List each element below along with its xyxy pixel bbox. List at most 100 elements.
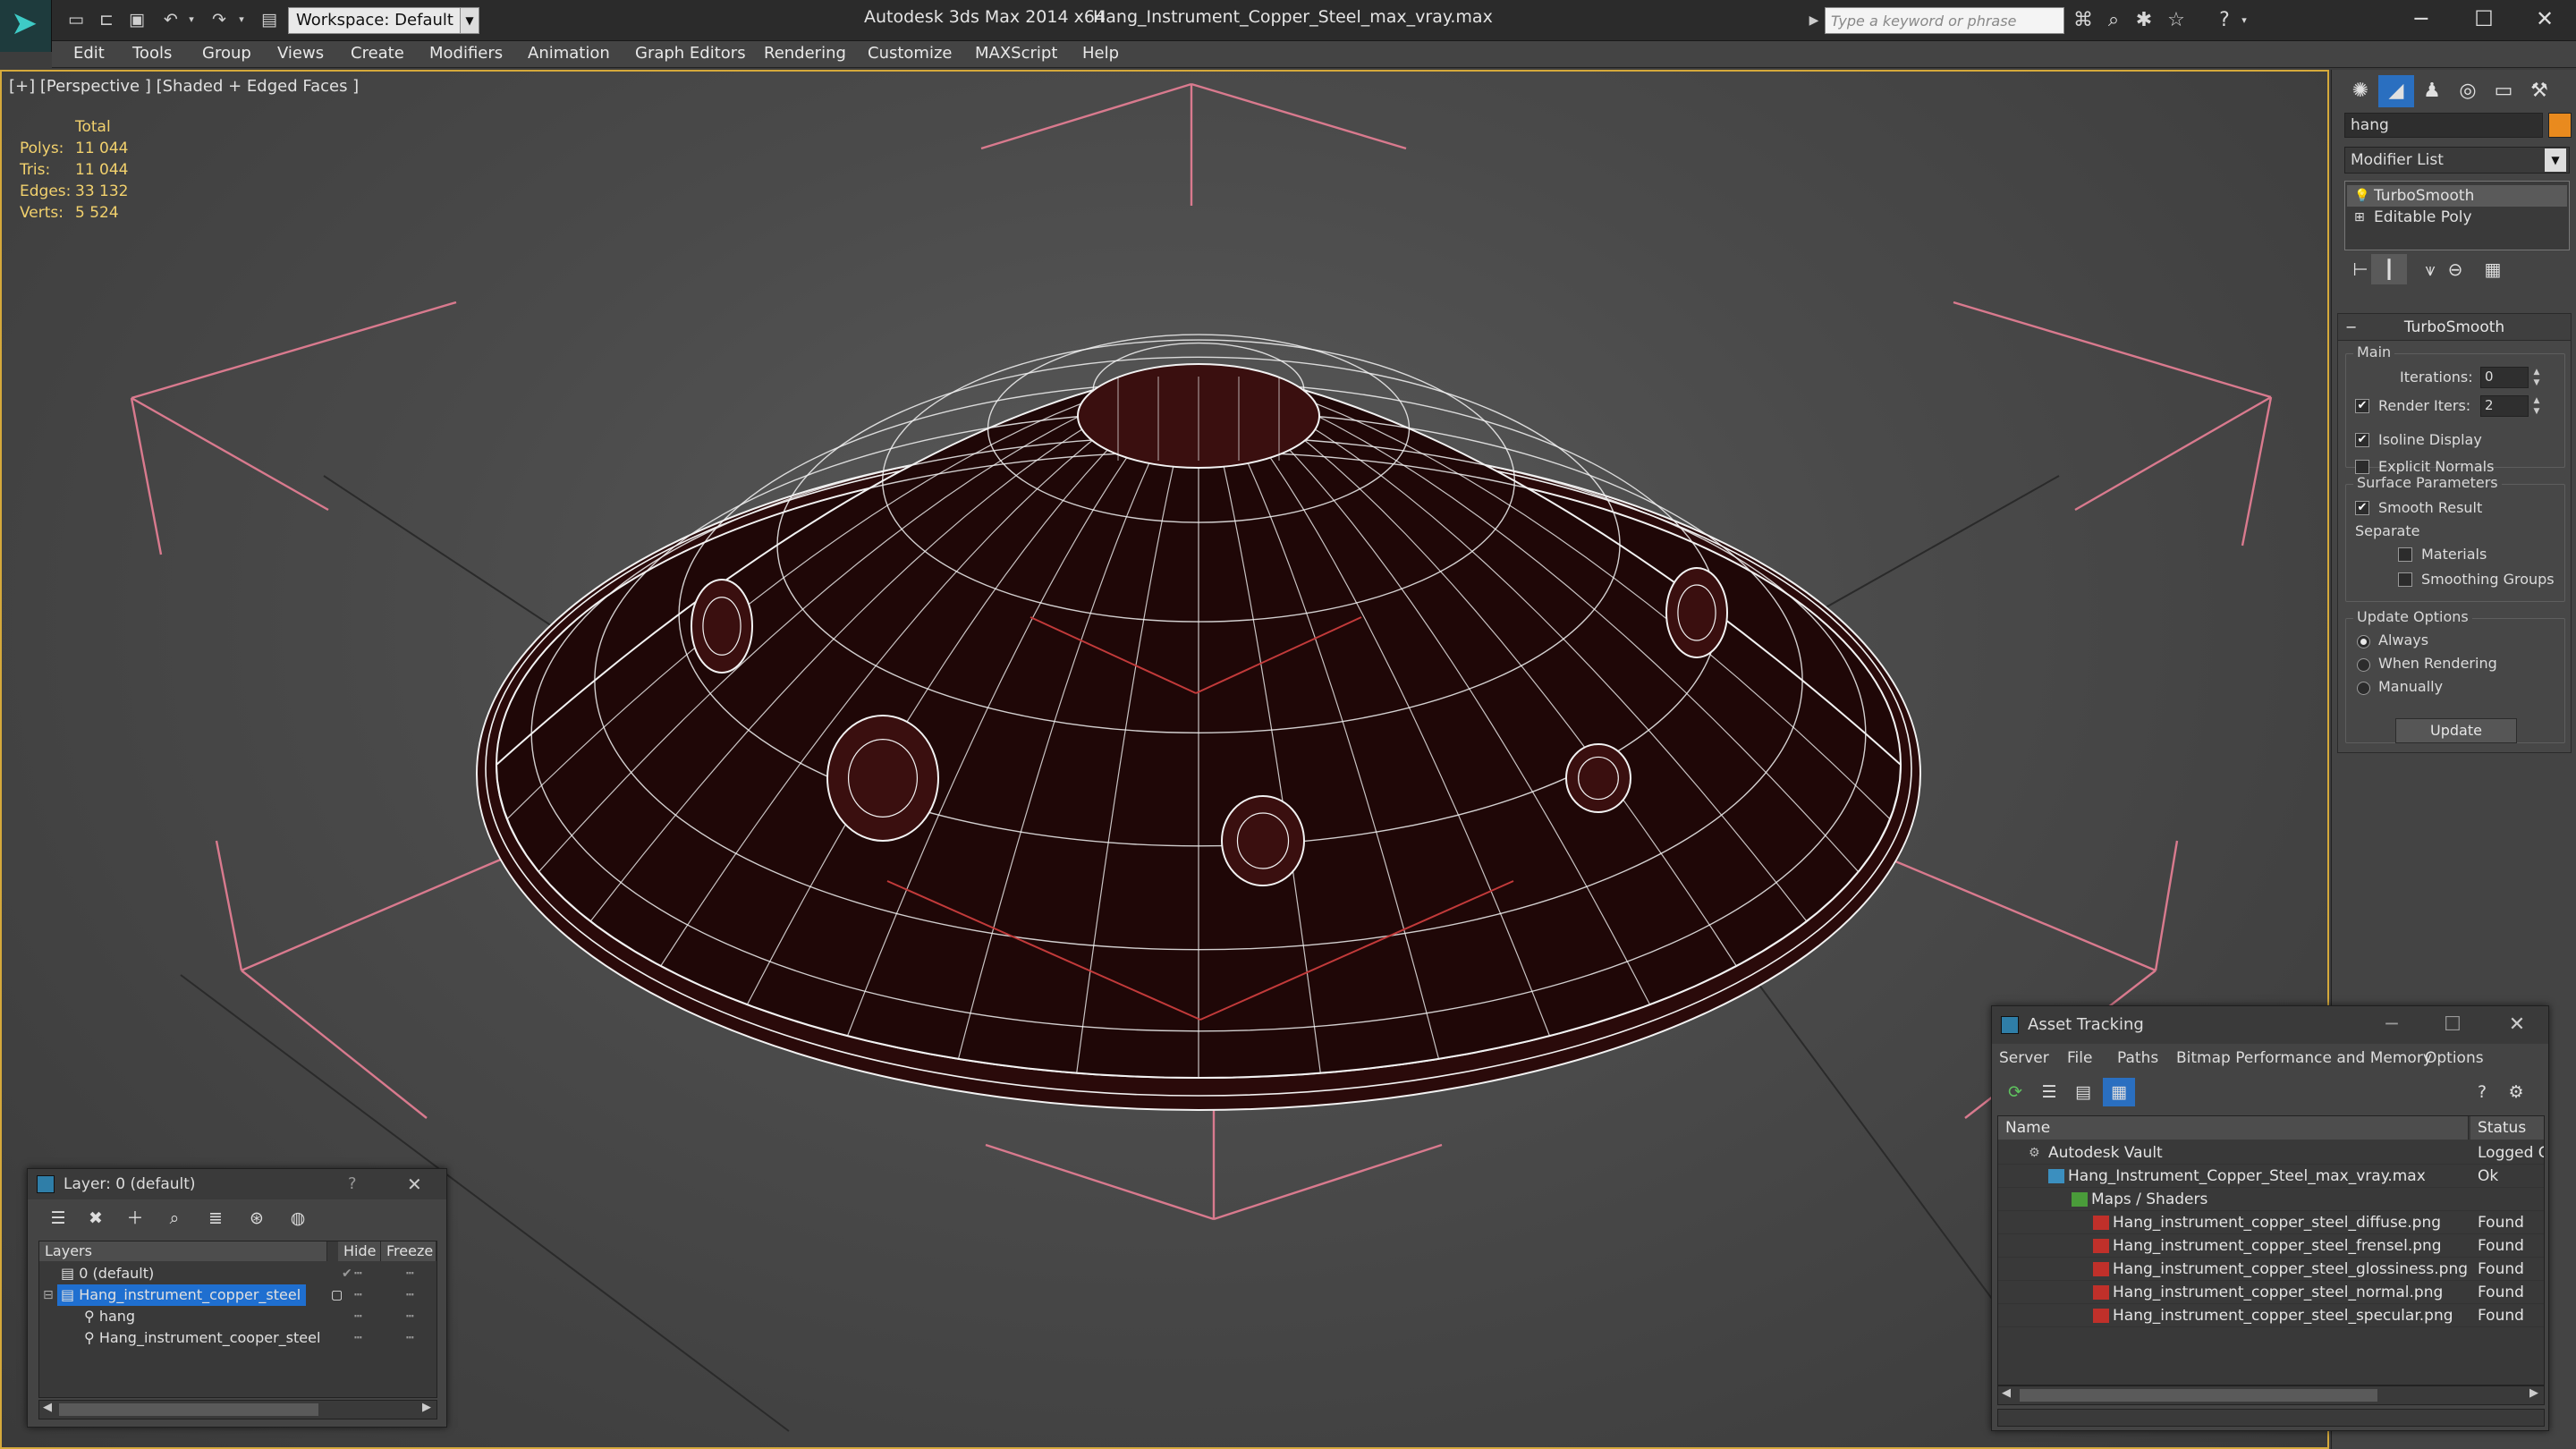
create-tab-icon[interactable]: ✺ <box>2343 75 2378 107</box>
freeze-toggle[interactable]: ┅ <box>406 1306 413 1327</box>
layer-row[interactable]: ⚲ hang ┅ ┅ <box>39 1306 436 1327</box>
grid-view-icon[interactable]: ▦ <box>2103 1078 2135 1106</box>
remove-modifier-icon[interactable]: ⊖ <box>2437 254 2473 284</box>
explicit-normals-checkbox[interactable] <box>2355 460 2369 474</box>
close-icon[interactable]: ✕ <box>407 1169 422 1199</box>
asset-row[interactable]: Hang_instrument_copper_steel_specular.pn… <box>1998 1304 2544 1327</box>
close-icon[interactable]: ✕ <box>2486 1006 2548 1044</box>
minimize-icon[interactable]: ─ <box>2360 1006 2423 1044</box>
spinner-arrows-icon[interactable]: ▲ ▼ <box>2530 367 2543 388</box>
smooth-result-checkbox[interactable]: ✔ <box>2355 501 2369 515</box>
menu-group[interactable]: Group <box>202 44 251 63</box>
menu-help[interactable]: Help <box>1082 44 1119 63</box>
hierarchy-tab-icon[interactable]: ♟ <box>2414 75 2450 107</box>
show-end-result-icon[interactable]: ┃ <box>2371 254 2407 284</box>
workspace-selector[interactable]: Workspace: Default <box>288 7 478 34</box>
hide-toggle[interactable]: ┅ <box>354 1263 361 1284</box>
materials-checkbox[interactable] <box>2398 547 2412 562</box>
menu-file[interactable]: File <box>2067 1049 2092 1067</box>
search-icon[interactable]: ⌕ <box>2098 7 2129 34</box>
asset-row[interactable]: Hang_instrument_copper_steel_glossiness.… <box>1998 1258 2544 1281</box>
add-to-layer-icon[interactable]: ≣ <box>198 1205 233 1232</box>
layer-explorer-title[interactable]: Layer: 0 (default) <box>28 1169 446 1199</box>
modifier-list-dropdown[interactable]: Modifier List <box>2344 147 2570 174</box>
hide-toggle[interactable]: ┅ <box>354 1306 361 1327</box>
freeze-toggle[interactable]: ┅ <box>406 1284 413 1306</box>
asset-row[interactable]: Hang_Instrument_Copper_Steel_max_vray.ma… <box>1998 1165 2544 1188</box>
undo-icon[interactable]: ↶ <box>157 7 184 32</box>
open-folder-icon[interactable]: ⊏ <box>93 7 120 32</box>
undo-dropdown-icon[interactable]: ▾ <box>184 7 199 32</box>
asset-row[interactable]: Hang_instrument_copper_steel_frensel.png… <box>1998 1234 2544 1258</box>
settings-icon[interactable]: ⚙ <box>2500 1078 2532 1106</box>
menu-modifiers[interactable]: Modifiers <box>429 44 503 63</box>
menu-edit[interactable]: Edit <box>73 44 105 63</box>
asset-row[interactable]: ⚙ Autodesk Vault Logged O <box>1998 1141 2544 1165</box>
menu-create[interactable]: Create <box>351 44 404 63</box>
hide-toggle[interactable]: ┅ <box>354 1327 361 1349</box>
rollout-header[interactable]: − TurboSmooth <box>2338 314 2571 341</box>
redo-dropdown-icon[interactable]: ▾ <box>234 7 249 32</box>
viewport-label[interactable]: [+] [Perspective ] [Shaded + Edged Faces… <box>9 77 359 96</box>
select-objects-icon[interactable]: ⌕ <box>157 1205 192 1232</box>
render-iters-checkbox[interactable]: ✔ <box>2355 399 2369 413</box>
freeze-column-header[interactable]: Freeze <box>381 1241 436 1261</box>
help-icon[interactable]: ? <box>2209 7 2240 34</box>
layer-horizontal-scrollbar[interactable]: ◀ ▶ <box>38 1400 437 1419</box>
search-input[interactable]: Type a keyword or phrase <box>1825 7 2064 34</box>
menu-tools[interactable]: Tools <box>132 44 172 63</box>
menu-server[interactable]: Server <box>1999 1049 2049 1067</box>
scroll-left-icon[interactable]: ◀ <box>43 1401 52 1414</box>
motion-tab-icon[interactable]: ◎ <box>2450 75 2486 107</box>
save-icon[interactable]: ▣ <box>123 7 150 32</box>
asset-row[interactable]: Maps / Shaders <box>1998 1188 2544 1211</box>
utilities-tab-icon[interactable]: ⚒ <box>2521 75 2557 107</box>
asset-row[interactable]: Hang_instrument_copper_steel_diffuse.png… <box>1998 1211 2544 1234</box>
app-menu-button[interactable]: ➤ <box>0 0 52 52</box>
always-radio[interactable] <box>2357 635 2370 648</box>
menu-maxscript[interactable]: MAXScript <box>975 44 1057 63</box>
menu-views[interactable]: Views <box>277 44 324 63</box>
menu-graph-editors[interactable]: Graph Editors <box>635 44 746 63</box>
set-active-layer-icon[interactable]: ▢ <box>331 1284 343 1306</box>
asset-row[interactable]: Hang_instrument_copper_steel_normal.png … <box>1998 1281 2544 1304</box>
spinner-arrows-icon[interactable]: ▲ ▼ <box>2530 395 2543 417</box>
layer-row[interactable]: ⚲ Hang_instrument_cooper_steel ┅ ┅ <box>39 1327 436 1349</box>
active-layer-check-icon[interactable]: ✔ <box>342 1263 352 1284</box>
table-view-icon[interactable]: ▤ <box>2067 1078 2099 1106</box>
maximize-icon[interactable]: ☐ <box>2421 1006 2484 1044</box>
help-dropdown-icon[interactable]: ▾ <box>2236 7 2252 34</box>
favorites-star-icon[interactable]: ☆ <box>2161 7 2191 34</box>
menu-options[interactable]: Options <box>2425 1049 2484 1067</box>
configure-sets-icon[interactable]: ▦ <box>2475 254 2511 284</box>
name-column-header[interactable]: Name <box>1998 1116 2469 1140</box>
scroll-right-icon[interactable]: ▶ <box>2529 1386 2538 1400</box>
update-button[interactable]: Update <box>2395 718 2517 743</box>
create-layer-icon[interactable]: ＋ <box>117 1205 153 1232</box>
minimize-icon[interactable]: ─ <box>2390 0 2453 39</box>
menu-rendering[interactable]: Rendering <box>764 44 846 63</box>
layers-column-header[interactable]: Layers <box>39 1241 327 1261</box>
scrollbar-thumb[interactable] <box>59 1403 318 1416</box>
expand-plus-icon[interactable]: ⊞ <box>2354 207 2365 228</box>
lightbulb-icon[interactable]: 💡 <box>2354 185 2369 207</box>
hide-column-header[interactable]: Hide <box>338 1241 381 1261</box>
new-file-icon[interactable]: ▭ <box>63 7 89 32</box>
manually-radio[interactable] <box>2357 682 2370 695</box>
freeze-toggle[interactable]: ┅ <box>406 1263 413 1284</box>
list-view-icon[interactable]: ☰ <box>2033 1078 2065 1106</box>
layer-help-icon[interactable]: ? <box>348 1169 357 1199</box>
close-icon[interactable]: ✕ <box>2513 0 2576 39</box>
delete-layer-icon[interactable]: ✖ <box>78 1205 114 1232</box>
hide-toggle[interactable]: ┅ <box>354 1284 361 1306</box>
workspace-dropdown-icon[interactable]: ▼ <box>460 7 479 34</box>
menu-paths[interactable]: Paths <box>2117 1049 2158 1067</box>
when-rendering-radio[interactable] <box>2357 658 2370 672</box>
layer-row[interactable]: ▤ 0 (default) ✔ ┅ ┅ <box>39 1263 436 1284</box>
collapse-icon[interactable]: ⊟ <box>43 1284 54 1306</box>
highlight-layer-icon[interactable]: ⊛ <box>239 1205 275 1232</box>
smoothing-groups-checkbox[interactable] <box>2398 572 2412 587</box>
maximize-icon[interactable]: ☐ <box>2453 0 2515 39</box>
menu-bitmap-performance[interactable]: Bitmap Performance and Memory <box>2176 1049 2432 1067</box>
scrollbar-thumb[interactable] <box>2020 1389 2377 1402</box>
